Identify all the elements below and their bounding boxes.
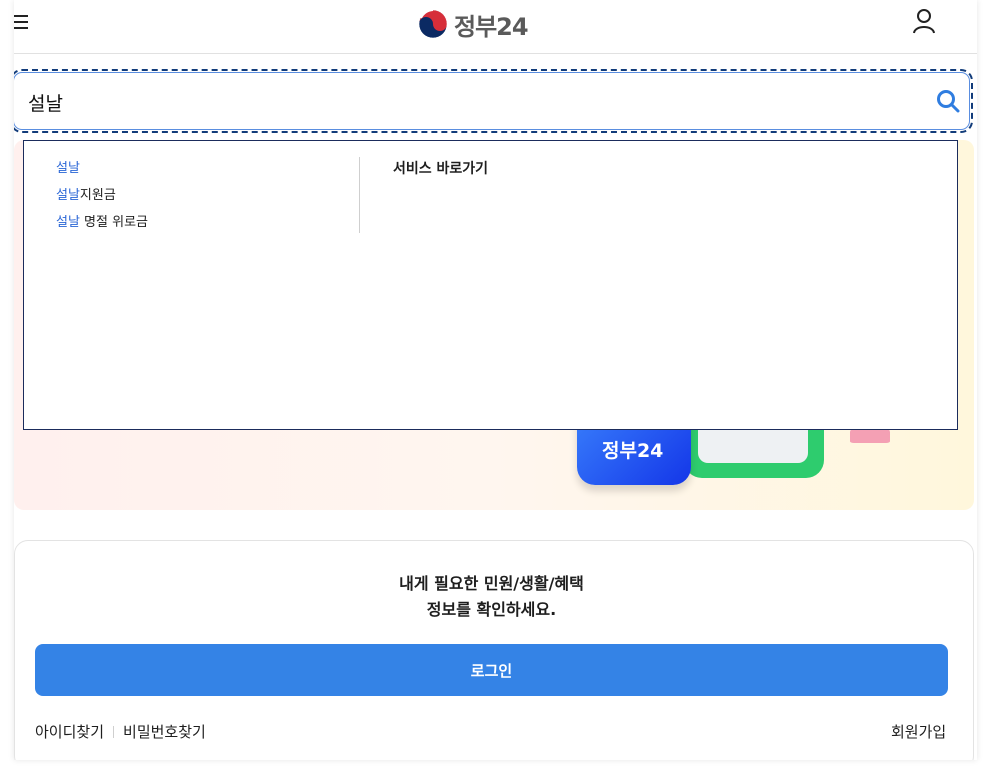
logo-text: 정부24 bbox=[454, 12, 529, 41]
suggestion-list: 설날 설날지원금 설날 명절 위로금 bbox=[56, 155, 356, 236]
search-icon[interactable] bbox=[936, 89, 962, 115]
app-window: 정부24 정부24 설날 설날지원금 설날 명절 위로금 bbox=[14, 0, 977, 760]
autocomplete-panel: 설날 설날지원금 설날 명절 위로금 서비스 바로가기 bbox=[23, 140, 958, 430]
search-box bbox=[14, 69, 973, 133]
suggestion-item[interactable]: 설날 bbox=[56, 155, 356, 182]
divider bbox=[359, 157, 360, 233]
user-icon[interactable] bbox=[912, 8, 938, 36]
login-message-line1: 내게 필요한 민원/생활/혜택 bbox=[399, 574, 584, 593]
suggestion-item[interactable]: 설날 명절 위로금 bbox=[56, 209, 356, 236]
top-header: 정부24 bbox=[14, 0, 977, 54]
find-password-link[interactable]: 비밀번호찾기 bbox=[123, 721, 206, 742]
site-logo[interactable]: 정부24 bbox=[418, 6, 529, 42]
taegeuk-logo-icon bbox=[418, 9, 448, 39]
login-message: 내게 필요한 민원/생활/혜택 정보를 확인하세요. bbox=[15, 571, 968, 623]
find-id-link[interactable]: 아이디찾기 bbox=[35, 721, 104, 742]
banner-app-label: 정부24 bbox=[602, 440, 664, 462]
quick-service-title: 서비스 바로가기 bbox=[393, 161, 489, 177]
login-message-line2: 정보를 확인하세요. bbox=[426, 600, 557, 619]
login-button[interactable]: 로그인 bbox=[35, 644, 948, 696]
suggestion-item[interactable]: 설날지원금 bbox=[56, 182, 356, 209]
search-input[interactable] bbox=[28, 85, 908, 119]
hamburger-menu-icon[interactable] bbox=[14, 14, 30, 30]
account-links: 아이디찾기 비밀번호찾기 bbox=[35, 721, 206, 742]
login-card: 내게 필요한 민원/생활/혜택 정보를 확인하세요. 로그인 아이디찾기 비밀번… bbox=[14, 540, 974, 760]
link-separator bbox=[113, 725, 115, 738]
signup-link[interactable]: 회원가입 bbox=[891, 721, 946, 742]
